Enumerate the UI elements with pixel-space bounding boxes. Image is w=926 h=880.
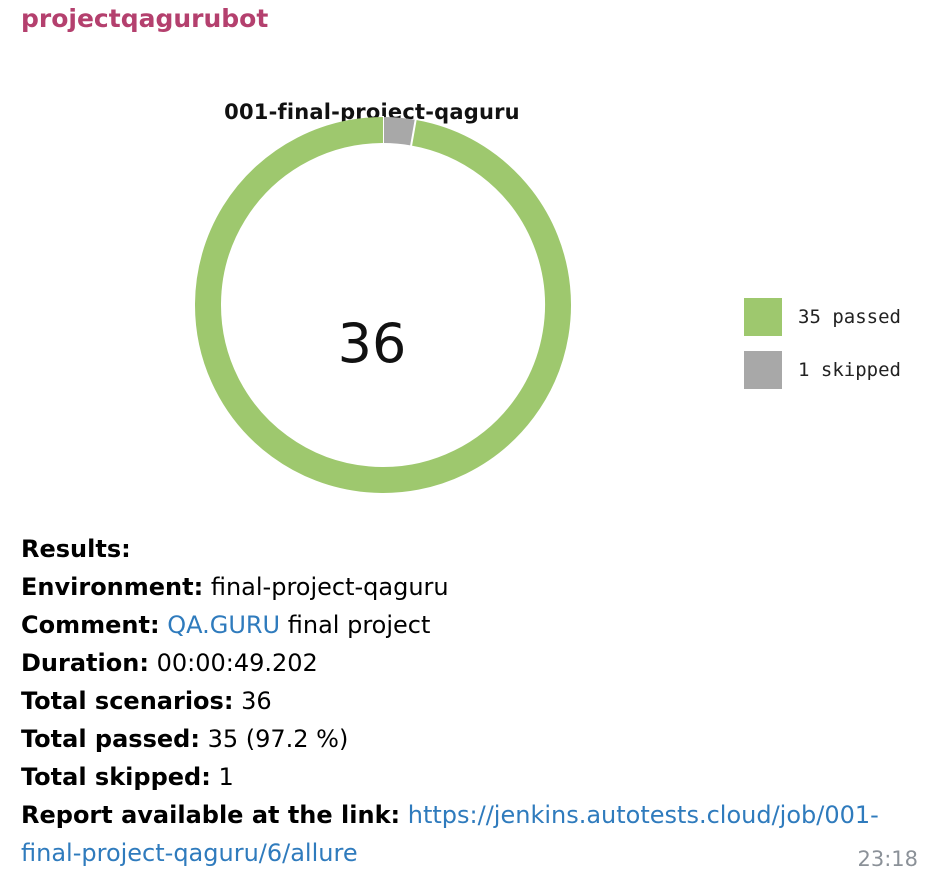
duration-value: 00:00:49.202 [156,649,318,677]
total-skipped-value: 1 [218,763,234,791]
chart-center-total: 36 [337,312,407,375]
total-passed-value: 35 (97.2 %) [207,725,349,753]
chart-legend: 35 passed 1 skipped [744,298,901,404]
total-skipped-row: Total skipped: 1 [21,758,921,796]
legend-swatch-skipped [744,351,782,389]
duration-row: Duration: 00:00:49.202 [21,644,921,682]
donut-slice-skipped [382,117,416,146]
results-heading: Results: [21,535,131,563]
legend-swatch-passed [744,298,782,336]
donut-slice-passed [195,117,571,493]
results-text: Results: Environment: final-project-qagu… [21,530,921,872]
results-heading-row: Results: [21,530,921,568]
legend-item-skipped: 1 skipped [744,351,901,389]
legend-label-skipped: 1 skipped [798,359,901,381]
report-row: Report available at the link: https://je… [21,796,921,834]
total-scenarios-value: 36 [241,687,272,715]
comment-label: Comment: [21,611,160,639]
test-results-chart[interactable]: 001-final-project-qaguru 36 35 passed 1 … [0,40,926,520]
total-passed-label: Total passed: [21,725,200,753]
legend-item-passed: 35 passed [744,298,901,336]
report-link-part2[interactable]: final-project-qaguru/6/allure [21,839,358,867]
legend-label-passed: 35 passed [798,306,901,328]
duration-label: Duration: [21,649,149,677]
environment-row: Environment: final-project-qaguru [21,568,921,606]
total-skipped-label: Total skipped: [21,763,211,791]
donut-chart [195,116,571,493]
sender-name[interactable]: projectqagurubot [21,4,268,33]
total-passed-row: Total passed: 35 (97.2 %) [21,720,921,758]
report-link-row-2: final-project-qaguru/6/allure [21,834,921,872]
message-timestamp: 23:18 [857,847,918,871]
report-label: Report available at the link: [21,801,401,829]
environment-label: Environment: [21,573,204,601]
comment-row: Comment: QA.GURU final project [21,606,921,644]
total-scenarios-row: Total scenarios: 36 [21,682,921,720]
environment-value: final-project-qaguru [210,573,449,601]
qa-guru-link[interactable]: QA.GURU [167,611,280,639]
comment-value: final project [287,611,431,639]
report-link-part1[interactable]: https://jenkins.autotests.cloud/job/001- [408,801,879,829]
total-scenarios-label: Total scenarios: [21,687,234,715]
